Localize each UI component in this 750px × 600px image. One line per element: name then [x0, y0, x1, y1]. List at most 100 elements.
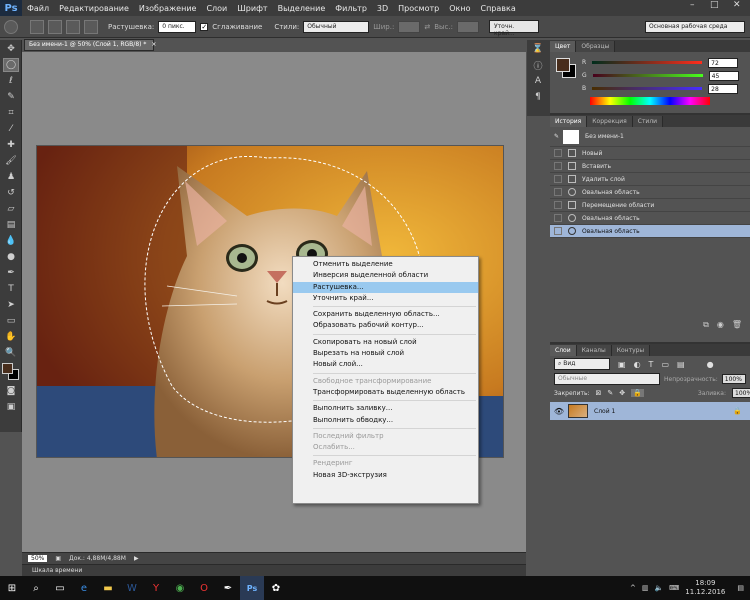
status-arrow-icon[interactable]: ▶: [134, 555, 139, 562]
filter-pixel-icon[interactable]: ▣: [618, 360, 626, 369]
volume-icon[interactable]: 🔈: [654, 584, 663, 592]
document-tab[interactable]: Без имени-1 @ 50% (Слой 1, RGB/8) * ×: [24, 39, 156, 51]
tray-chevron-icon[interactable]: ^: [630, 584, 636, 592]
dodge-icon[interactable]: ●: [3, 250, 19, 264]
explorer-icon[interactable]: ▬: [96, 576, 120, 600]
menu-help[interactable]: Справка: [475, 4, 520, 13]
context-menu-item[interactable]: Выполнить обводку...: [293, 415, 478, 426]
context-menu-item[interactable]: Выполнить заливку...: [293, 403, 478, 414]
close-document-icon[interactable]: ×: [151, 41, 156, 48]
lasso-icon[interactable]: ℓ: [3, 74, 19, 88]
history-item[interactable]: Удалить слой: [550, 173, 750, 186]
history-checkbox[interactable]: [554, 175, 562, 183]
zoom-icon[interactable]: 🔍: [3, 346, 19, 360]
healing-icon[interactable]: ✚: [3, 138, 19, 152]
workspace-select[interactable]: Основная рабочая среда: [644, 20, 745, 33]
subtract-selection-icon[interactable]: [66, 19, 80, 34]
red-value[interactable]: 72: [708, 57, 739, 68]
style-select[interactable]: Обычный: [303, 20, 370, 33]
notifications-icon[interactable]: ▤: [737, 584, 744, 592]
word-icon[interactable]: W: [120, 576, 144, 600]
history-item-selected[interactable]: Овальная область: [550, 225, 750, 238]
start-button-icon[interactable]: ⊞: [0, 576, 24, 600]
menu-type[interactable]: Шрифт: [232, 4, 272, 13]
refine-edge-button[interactable]: Уточн. край...: [488, 20, 539, 37]
paragraph-panel-icon[interactable]: ¶: [530, 90, 546, 104]
history-item[interactable]: Овальная область: [550, 186, 750, 199]
clock-time[interactable]: 18:09: [685, 579, 725, 588]
timeline-bar[interactable]: Шкала времени: [22, 564, 526, 576]
history-checkbox[interactable]: [554, 188, 562, 196]
zoom-level[interactable]: 50%: [28, 555, 48, 562]
context-menu-item[interactable]: Трансформировать выделенную область: [293, 387, 478, 398]
lock-transparent-icon[interactable]: ⊠: [596, 389, 602, 397]
minimize-button[interactable]: –: [690, 0, 695, 10]
new-document-from-state-icon[interactable]: ⧉: [703, 320, 709, 330]
blue-value[interactable]: 28: [708, 83, 739, 94]
edge-icon[interactable]: e: [72, 576, 96, 600]
filter-smart-icon[interactable]: ▤: [677, 360, 685, 369]
intersect-selection-icon[interactable]: [84, 19, 98, 34]
green-slider[interactable]: [592, 74, 703, 77]
hand-icon[interactable]: ✋: [3, 330, 19, 344]
foreground-background-colors[interactable]: [2, 363, 20, 381]
yandex-icon[interactable]: Y: [144, 576, 168, 600]
shape-icon[interactable]: ▭: [3, 314, 19, 328]
history-snapshot[interactable]: ✎ Без имени-1: [550, 127, 750, 147]
clock-date[interactable]: 11.12.2016: [685, 588, 725, 597]
tab-swatches[interactable]: Образцы: [576, 41, 616, 52]
opacity-value[interactable]: 100%: [721, 374, 746, 384]
context-menu-item[interactable]: Новый слой...: [293, 359, 478, 370]
gradient-icon[interactable]: ▤: [3, 218, 19, 232]
history-panel-icon[interactable]: ⌛: [530, 42, 546, 56]
context-menu-item[interactable]: Вырезать на новый слой: [293, 348, 478, 359]
context-menu-item-highlighted[interactable]: Растушевка...: [293, 281, 478, 293]
history-checkbox[interactable]: [554, 227, 562, 235]
visibility-eye-icon[interactable]: 👁: [550, 407, 568, 416]
foreground-color-swatch[interactable]: [2, 363, 13, 374]
context-menu-item[interactable]: Уточнить край...: [293, 293, 478, 304]
crop-icon[interactable]: ⌗: [3, 106, 19, 120]
eyedropper-icon[interactable]: ⁄: [3, 122, 19, 136]
menu-view[interactable]: Просмотр: [393, 4, 444, 13]
quick-select-icon[interactable]: ✎: [3, 90, 19, 104]
elliptical-marquee-icon[interactable]: ◯: [3, 58, 19, 72]
filter-toggle-icon[interactable]: ●: [707, 360, 714, 369]
menu-image[interactable]: Изображение: [134, 4, 202, 13]
filter-type-icon[interactable]: T: [649, 360, 654, 369]
tab-paths[interactable]: Контуры: [611, 345, 651, 356]
keyboard-icon[interactable]: ⌨: [669, 584, 679, 592]
blue-slider[interactable]: [592, 87, 703, 90]
spectrum-bar[interactable]: [590, 97, 710, 105]
lock-image-icon[interactable]: ✎: [607, 389, 613, 397]
snapshot-camera-icon[interactable]: ◉: [717, 320, 724, 330]
lock-all-icon[interactable]: 🔒: [631, 389, 644, 397]
tab-channels[interactable]: Каналы: [576, 345, 612, 356]
tab-history[interactable]: История: [550, 116, 588, 127]
history-item[interactable]: Вставить: [550, 160, 750, 173]
filter-adjust-icon[interactable]: ◐: [634, 360, 641, 369]
antialias-checkbox[interactable]: ✓: [200, 22, 209, 31]
photoshop-task-icon[interactable]: Ps: [240, 576, 264, 600]
green-value[interactable]: 45: [708, 70, 739, 81]
type-icon[interactable]: T: [3, 282, 19, 296]
menu-3d[interactable]: 3D: [372, 4, 393, 13]
menu-filter[interactable]: Фильтр: [330, 4, 372, 13]
character-panel-icon[interactable]: A: [530, 74, 546, 88]
history-item[interactable]: Овальная область: [550, 212, 750, 225]
menu-select[interactable]: Выделение: [273, 4, 331, 13]
maximize-button[interactable]: □: [710, 0, 719, 10]
history-checkbox[interactable]: [554, 214, 562, 222]
layer-name[interactable]: Слой 1: [594, 408, 615, 415]
menu-file[interactable]: Файл: [22, 4, 54, 13]
elliptical-marquee-preset-icon[interactable]: [4, 19, 18, 34]
context-menu-item[interactable]: Отменить выделение: [293, 259, 478, 270]
history-checkbox[interactable]: [554, 201, 562, 209]
lock-position-icon[interactable]: ✥: [619, 389, 625, 397]
filter-shape-icon[interactable]: ▭: [661, 360, 669, 369]
quick-mask-icon[interactable]: ◙: [3, 384, 19, 398]
color-fg-swatch[interactable]: [556, 58, 570, 72]
history-checkbox[interactable]: [554, 149, 562, 157]
context-menu-item[interactable]: Образовать рабочий контур...: [293, 320, 478, 331]
move-tool-icon[interactable]: ✥: [3, 42, 19, 56]
